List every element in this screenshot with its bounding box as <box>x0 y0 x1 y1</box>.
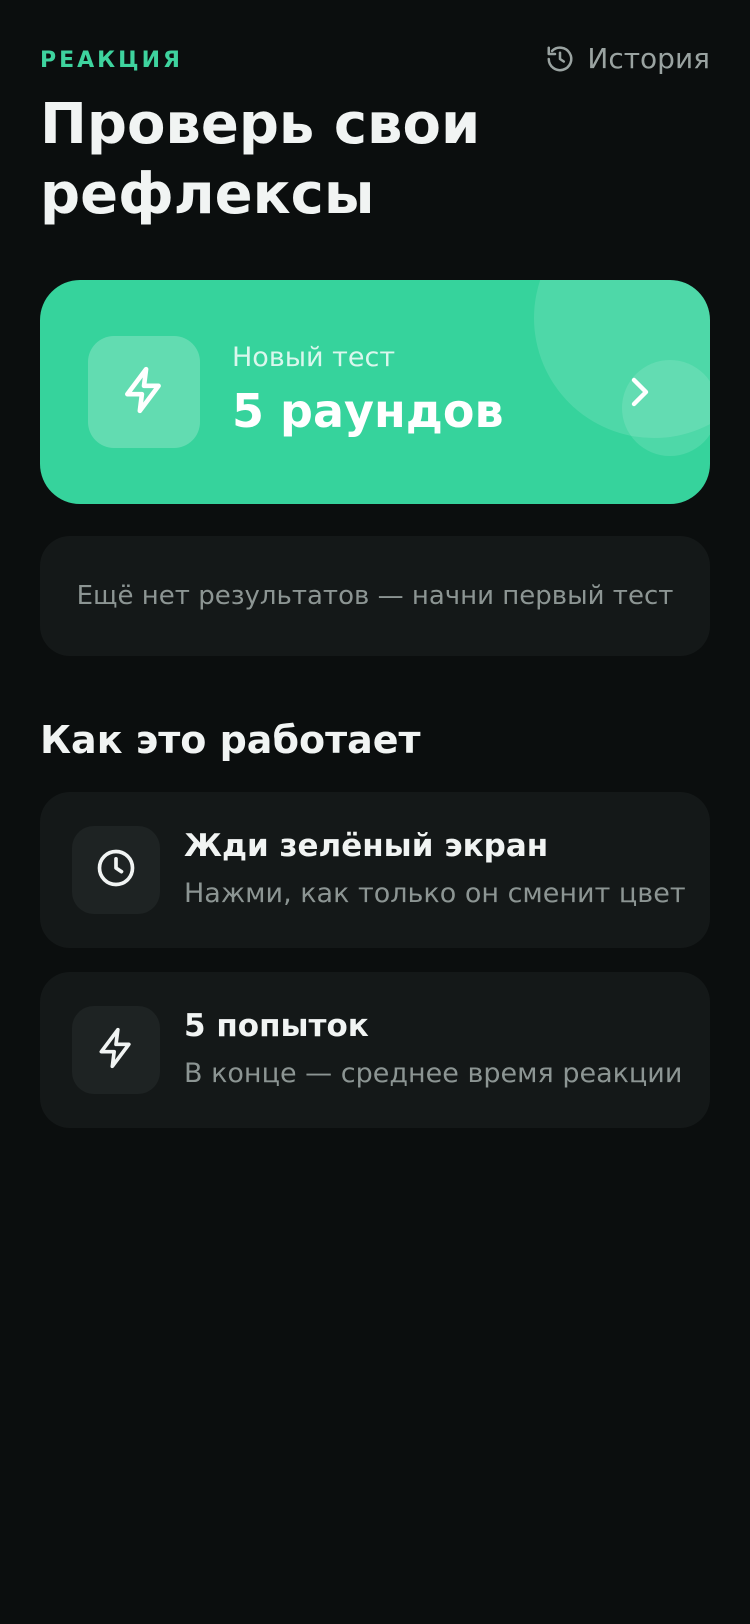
step-card-wait: Жди зелёный экран Нажми, как только он с… <box>40 792 710 948</box>
start-icon-box <box>88 336 200 448</box>
lightning-icon <box>119 365 169 419</box>
history-label: История <box>587 42 710 75</box>
empty-results-card: Ещё нет результатов — начни первый тест <box>40 536 710 656</box>
how-it-works-title: Как это работает <box>40 718 421 762</box>
start-test-button[interactable]: Новый тест 5 раундов <box>40 280 710 504</box>
step-title: Жди зелёный экран <box>184 828 549 864</box>
step-description: В конце — среднее время реакции <box>184 1058 683 1089</box>
clock-icon <box>94 846 138 894</box>
step-icon-box <box>72 826 160 914</box>
start-test-rounds: 5 раундов <box>232 384 504 438</box>
header: РЕАКЦИЯ История <box>40 42 710 78</box>
history-icon <box>545 44 575 74</box>
empty-results-text: Ещё нет результатов — начни первый тест <box>76 581 674 611</box>
page-title: Проверь свои рефлексы <box>40 92 481 227</box>
history-button[interactable]: История <box>545 42 710 75</box>
start-test-subtitle: Новый тест <box>232 342 396 373</box>
lightning-icon <box>94 1026 138 1074</box>
step-description: Нажми, как только он сменит цвет <box>184 878 686 909</box>
step-card-attempts: 5 попыток В конце — среднее время реакци… <box>40 972 710 1128</box>
step-icon-box <box>72 1006 160 1094</box>
step-title: 5 попыток <box>184 1008 369 1044</box>
section-eyebrow: РЕАКЦИЯ <box>40 48 183 73</box>
chevron-right-icon <box>626 376 654 412</box>
